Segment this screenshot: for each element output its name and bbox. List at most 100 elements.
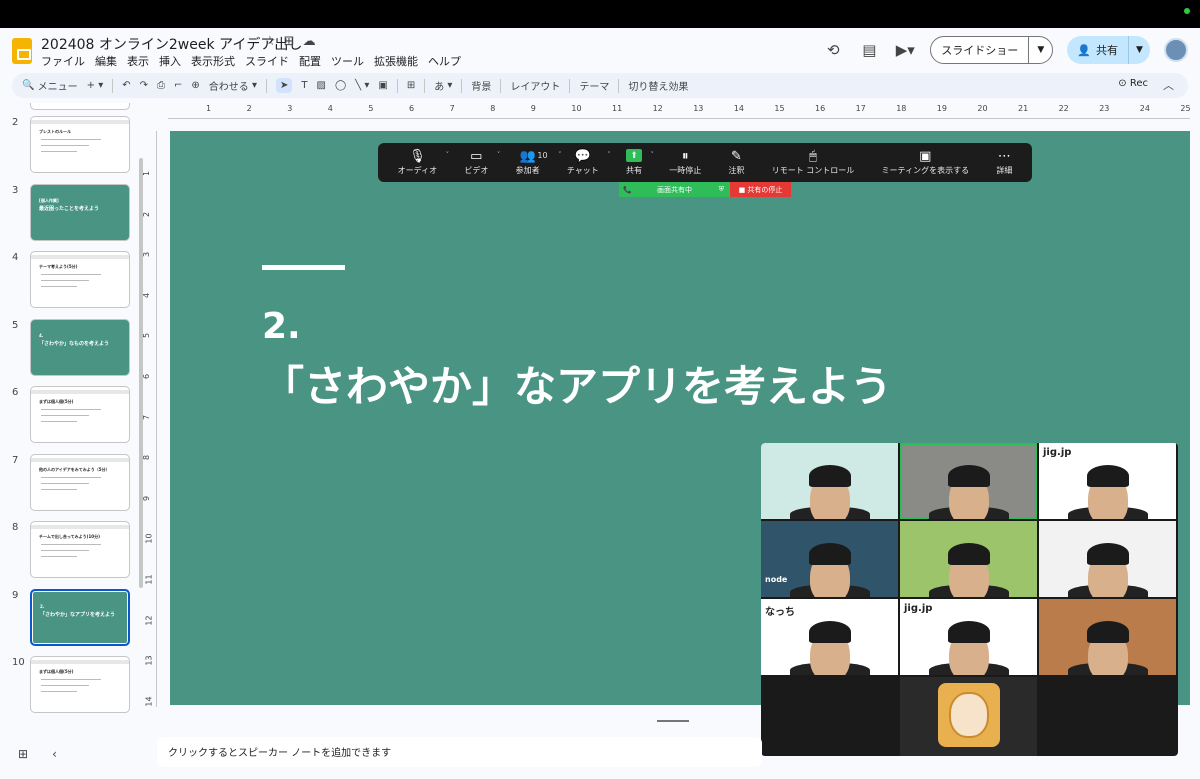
meet-icon[interactable]: ▶▾: [894, 39, 916, 61]
account-avatar[interactable]: [1164, 38, 1188, 62]
image-icon[interactable]: ▨: [316, 80, 325, 91]
menu-item[interactable]: ヘルプ: [428, 53, 461, 69]
print-icon[interactable]: ⎙: [157, 80, 165, 91]
slideshow-label[interactable]: スライドショー: [931, 42, 1028, 58]
chevron-down-icon[interactable]: ˅: [497, 151, 501, 159]
zoom-control-mouse[interactable]: 🖱 リモート コントロール: [772, 149, 855, 176]
input-tools[interactable]: あ ▾: [434, 78, 452, 93]
chevron-down-icon[interactable]: ˅: [446, 151, 450, 159]
zoom-icon[interactable]: ⊕: [191, 80, 199, 91]
slide-thumbnail[interactable]: テーマ考えよう(5分): [30, 251, 130, 308]
filmstrip-scrollbar[interactable]: [139, 158, 143, 588]
thumb-text-line: [41, 476, 101, 478]
slide-heading[interactable]: 「さわやか」なアプリを考えよう: [262, 353, 892, 414]
comment-add-icon[interactable]: ⊞: [407, 80, 415, 91]
undo-icon[interactable]: ↶: [122, 80, 130, 91]
participant-video-tile[interactable]: [1039, 521, 1176, 597]
stop-share-button[interactable]: ■ 共有の停止: [730, 182, 791, 197]
share-label[interactable]: 共有: [1096, 42, 1118, 58]
collapse-panel-icon[interactable]: ‹: [52, 747, 57, 761]
share-button[interactable]: 👤 共有 ▼: [1067, 36, 1150, 64]
chevron-down-icon[interactable]: ▼: [1128, 36, 1150, 64]
comments-icon[interactable]: ▤: [858, 39, 880, 61]
notes-resize-handle[interactable]: [657, 720, 689, 722]
zoom-control-more[interactable]: ⋯ 詳細: [996, 149, 1012, 176]
slide-thumbnail[interactable]: 2. 「さわやか」なアプリを考えよう: [30, 588, 130, 646]
layout-button[interactable]: レイアウト: [510, 78, 560, 93]
video-insert-icon[interactable]: ▣: [378, 80, 387, 91]
theme-button[interactable]: テーマ: [579, 78, 609, 93]
participant-hair: [808, 621, 851, 643]
participant-avatar-tile[interactable]: [900, 677, 1037, 756]
text-box-icon[interactable]: T: [301, 80, 307, 91]
zoom-control-chat[interactable]: 💬 チャット ˅: [567, 149, 611, 176]
rec-button[interactable]: ⊙ Rec: [1118, 78, 1148, 89]
participant-video-tile[interactable]: node: [761, 521, 898, 597]
participant-video-tile[interactable]: なっち: [761, 599, 898, 675]
shape-icon[interactable]: ◯: [335, 80, 346, 91]
new-slide-icon[interactable]: + ▾: [87, 80, 104, 91]
menu-search[interactable]: 🔍 メニュー: [22, 78, 78, 93]
menu-item[interactable]: 挿入: [159, 53, 181, 69]
menu-item[interactable]: 表示形式: [191, 53, 235, 69]
slide-thumbnail[interactable]: ブレストのルール: [30, 116, 130, 173]
zoom-control-video[interactable]: ▭ ビデオ ˅: [464, 149, 500, 176]
chevron-down-icon[interactable]: ▼: [1028, 37, 1052, 63]
slides-logo-icon[interactable]: [12, 38, 32, 64]
participant-video-tile[interactable]: jig.jp: [1039, 443, 1176, 519]
slide-thumbnail[interactable]: 他の人のアイデアをみてみよう（5分）: [30, 453, 130, 511]
zoom-control-microphone[interactable]: 🎙 オーディオ ˅: [398, 149, 449, 176]
speaker-notes[interactable]: クリックするとスピーカー ノートを追加できます: [157, 737, 762, 767]
background-button[interactable]: 背景: [471, 78, 491, 93]
slide-thumbnail[interactable]: まずは個人個(5分): [30, 386, 130, 443]
move-folder-icon[interactable]: ⊞: [284, 34, 295, 49]
participant-video-tile[interactable]: jig.jp: [900, 599, 1037, 675]
zoom-control-annotate[interactable]: ✎ 注釈: [729, 149, 745, 176]
menu-item[interactable]: スライド: [245, 53, 289, 69]
menu-item[interactable]: 編集: [95, 53, 117, 69]
zoom-control-pause[interactable]: ⏸ 一時停止: [669, 149, 701, 176]
thumb-title: ブレストのルール: [39, 129, 71, 134]
cloud-status-icon[interactable]: ☁: [303, 34, 316, 49]
pause-icon: ⏸: [682, 149, 689, 164]
participant-video-tile[interactable]: [761, 443, 898, 519]
participant-video-tile[interactable]: [1039, 599, 1176, 675]
tile-background-text: jig.jp: [904, 603, 933, 614]
chevron-down-icon[interactable]: ˅: [607, 151, 611, 159]
slide-thumbnail[interactable]: [30, 103, 130, 110]
horizontal-ruler: 1 2 3 4 5 6 7 8 9 10 11 12 13 14 15 16 17 18 19 20 21 22 23 24 2…: [168, 103, 1191, 119]
menu-item[interactable]: ファイル: [41, 53, 85, 69]
chevron-down-icon[interactable]: ˅: [651, 151, 655, 159]
redo-icon[interactable]: ↷: [140, 80, 148, 91]
ruler-tick-label: 3: [287, 104, 293, 113]
menu-item[interactable]: 拡張機能: [374, 53, 418, 69]
zoom-select[interactable]: 合わせる ▾: [209, 78, 257, 93]
menu-search-label: メニュー: [37, 82, 78, 93]
line-icon[interactable]: ╲ ▾: [355, 80, 369, 91]
slideshow-button[interactable]: スライドショー ▼: [930, 36, 1054, 64]
version-history-icon[interactable]: ⟲: [822, 39, 844, 61]
zoom-control-share-screen[interactable]: ⬆ 共有 ˅: [626, 149, 654, 176]
chevron-down-icon[interactable]: ˅: [558, 151, 562, 159]
menu-item[interactable]: 表示: [127, 53, 149, 69]
zoom-control-window[interactable]: ▣ ミーティングを表示する: [882, 149, 970, 176]
star-icon[interactable]: ☆: [264, 34, 276, 49]
slide-thumbnail[interactable]: チームで出し合ってみよう(10分): [30, 521, 130, 578]
transition-button[interactable]: 切り替え効果: [628, 78, 688, 93]
participant-video-tile[interactable]: [900, 443, 1037, 519]
paint-format-icon[interactable]: ⌐: [174, 80, 182, 91]
select-cursor-icon[interactable]: ➤: [275, 78, 293, 93]
slide-thumbnail[interactable]: まずは個人個(5分): [30, 656, 130, 713]
participant-video-tile[interactable]: [900, 521, 1037, 597]
zoom-control-participants[interactable]: 👥 参加者 10 ˅: [516, 149, 562, 176]
ruler-tick-label: 1: [142, 170, 152, 177]
ruler-tick-label: 5: [142, 333, 152, 339]
slide-thumbnail[interactable]: [個人作業] 最近困ったことを考えよう: [30, 183, 130, 241]
menu-item[interactable]: ツール: [331, 53, 364, 69]
thumb-title: 「さわやか」なものを考えよう: [39, 340, 110, 347]
chevron-up-icon[interactable]: ︿: [1163, 77, 1174, 93]
slide-section-number[interactable]: 2.: [262, 306, 301, 347]
menu-item[interactable]: 配置: [299, 53, 321, 69]
grid-view-icon[interactable]: ⊞: [18, 747, 28, 761]
slide-thumbnail[interactable]: 4. 「さわやか」なものを考えよう: [30, 318, 130, 376]
